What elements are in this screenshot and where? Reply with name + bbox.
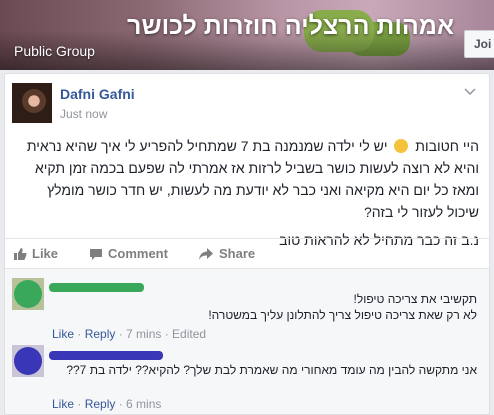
meta-separator: · bbox=[74, 397, 85, 411]
post-card: Dafni Gafni Just now היי חטובות יש לי יל… bbox=[4, 73, 490, 415]
comment-time: · 7 mins · Edited bbox=[115, 327, 207, 341]
join-group-button[interactable]: Joi bbox=[464, 30, 494, 58]
redaction-bar bbox=[49, 351, 163, 360]
comment-meta: Like · Reply · 6 mins bbox=[52, 397, 161, 411]
author-avatar[interactable] bbox=[12, 83, 52, 123]
comment-meta: Like · Reply · 7 mins · Edited bbox=[52, 327, 206, 341]
comment-item: תקשיבי את צריכה טיפול! לא רק שאת צריכה ט… bbox=[5, 269, 489, 341]
post-author[interactable]: Dafni Gafni bbox=[60, 86, 135, 102]
comment-time: · 6 mins bbox=[115, 397, 162, 411]
like-button[interactable]: Like bbox=[13, 246, 58, 261]
share-label: Share bbox=[219, 246, 256, 261]
comments-section: תקשיבי את צריכה טיפול! לא רק שאת צריכה ט… bbox=[5, 268, 489, 414]
post-text-greeting: היי חטובות bbox=[415, 138, 479, 154]
group-cover: אמהות הרצליה חוזרות לכושר Public Group J… bbox=[0, 0, 494, 70]
post-actions: Like Comment Share bbox=[5, 238, 489, 268]
group-title[interactable]: אמהות הרצליה חוזרות לכושר bbox=[127, 12, 454, 41]
commenter-avatar[interactable] bbox=[12, 345, 44, 377]
comment-text-line2: לא רק שאת צריכה טיפול צריך להתלונן עליך … bbox=[208, 308, 477, 322]
comment-reply-link[interactable]: Reply bbox=[85, 327, 116, 341]
smiley-icon bbox=[394, 139, 409, 153]
commenter-name-redacted[interactable] bbox=[49, 279, 144, 292]
comment-label: Comment bbox=[108, 246, 168, 261]
share-icon bbox=[199, 248, 213, 260]
comment-text-line1: אני מתקשה להבין מה עומד מאחורי מה שאמרת … bbox=[66, 363, 477, 377]
redaction-bar bbox=[49, 283, 144, 292]
meta-separator: · bbox=[74, 327, 85, 341]
commenter-name-redacted[interactable] bbox=[49, 347, 163, 360]
post-text-main: יש לי ילדה שמנמנה בת 7 שמתחיל להפריע לי … bbox=[26, 138, 479, 220]
group-privacy-label: Public Group bbox=[14, 43, 95, 59]
comment-like-link[interactable]: Like bbox=[52, 397, 74, 411]
comment-button[interactable]: Comment bbox=[89, 246, 168, 261]
avatar-image bbox=[12, 278, 44, 310]
comment-icon bbox=[90, 249, 102, 260]
commenter-avatar[interactable] bbox=[12, 278, 44, 310]
avatar-image bbox=[12, 345, 44, 377]
post-timestamp[interactable]: Just now bbox=[60, 107, 107, 121]
share-button[interactable]: Share bbox=[198, 246, 255, 261]
comment-text-line1: תקשיבי את צריכה טיפול! bbox=[353, 292, 477, 306]
comment-item: אני מתקשה להבין מה עומד מאחורי מה שאמרת … bbox=[5, 345, 489, 415]
like-label: Like bbox=[32, 246, 59, 261]
comment-like-link[interactable]: Like bbox=[52, 327, 74, 341]
comment-reply-link[interactable]: Reply bbox=[85, 397, 116, 411]
chevron-down-icon[interactable] bbox=[463, 84, 477, 98]
thumbs-up-icon bbox=[14, 248, 27, 260]
